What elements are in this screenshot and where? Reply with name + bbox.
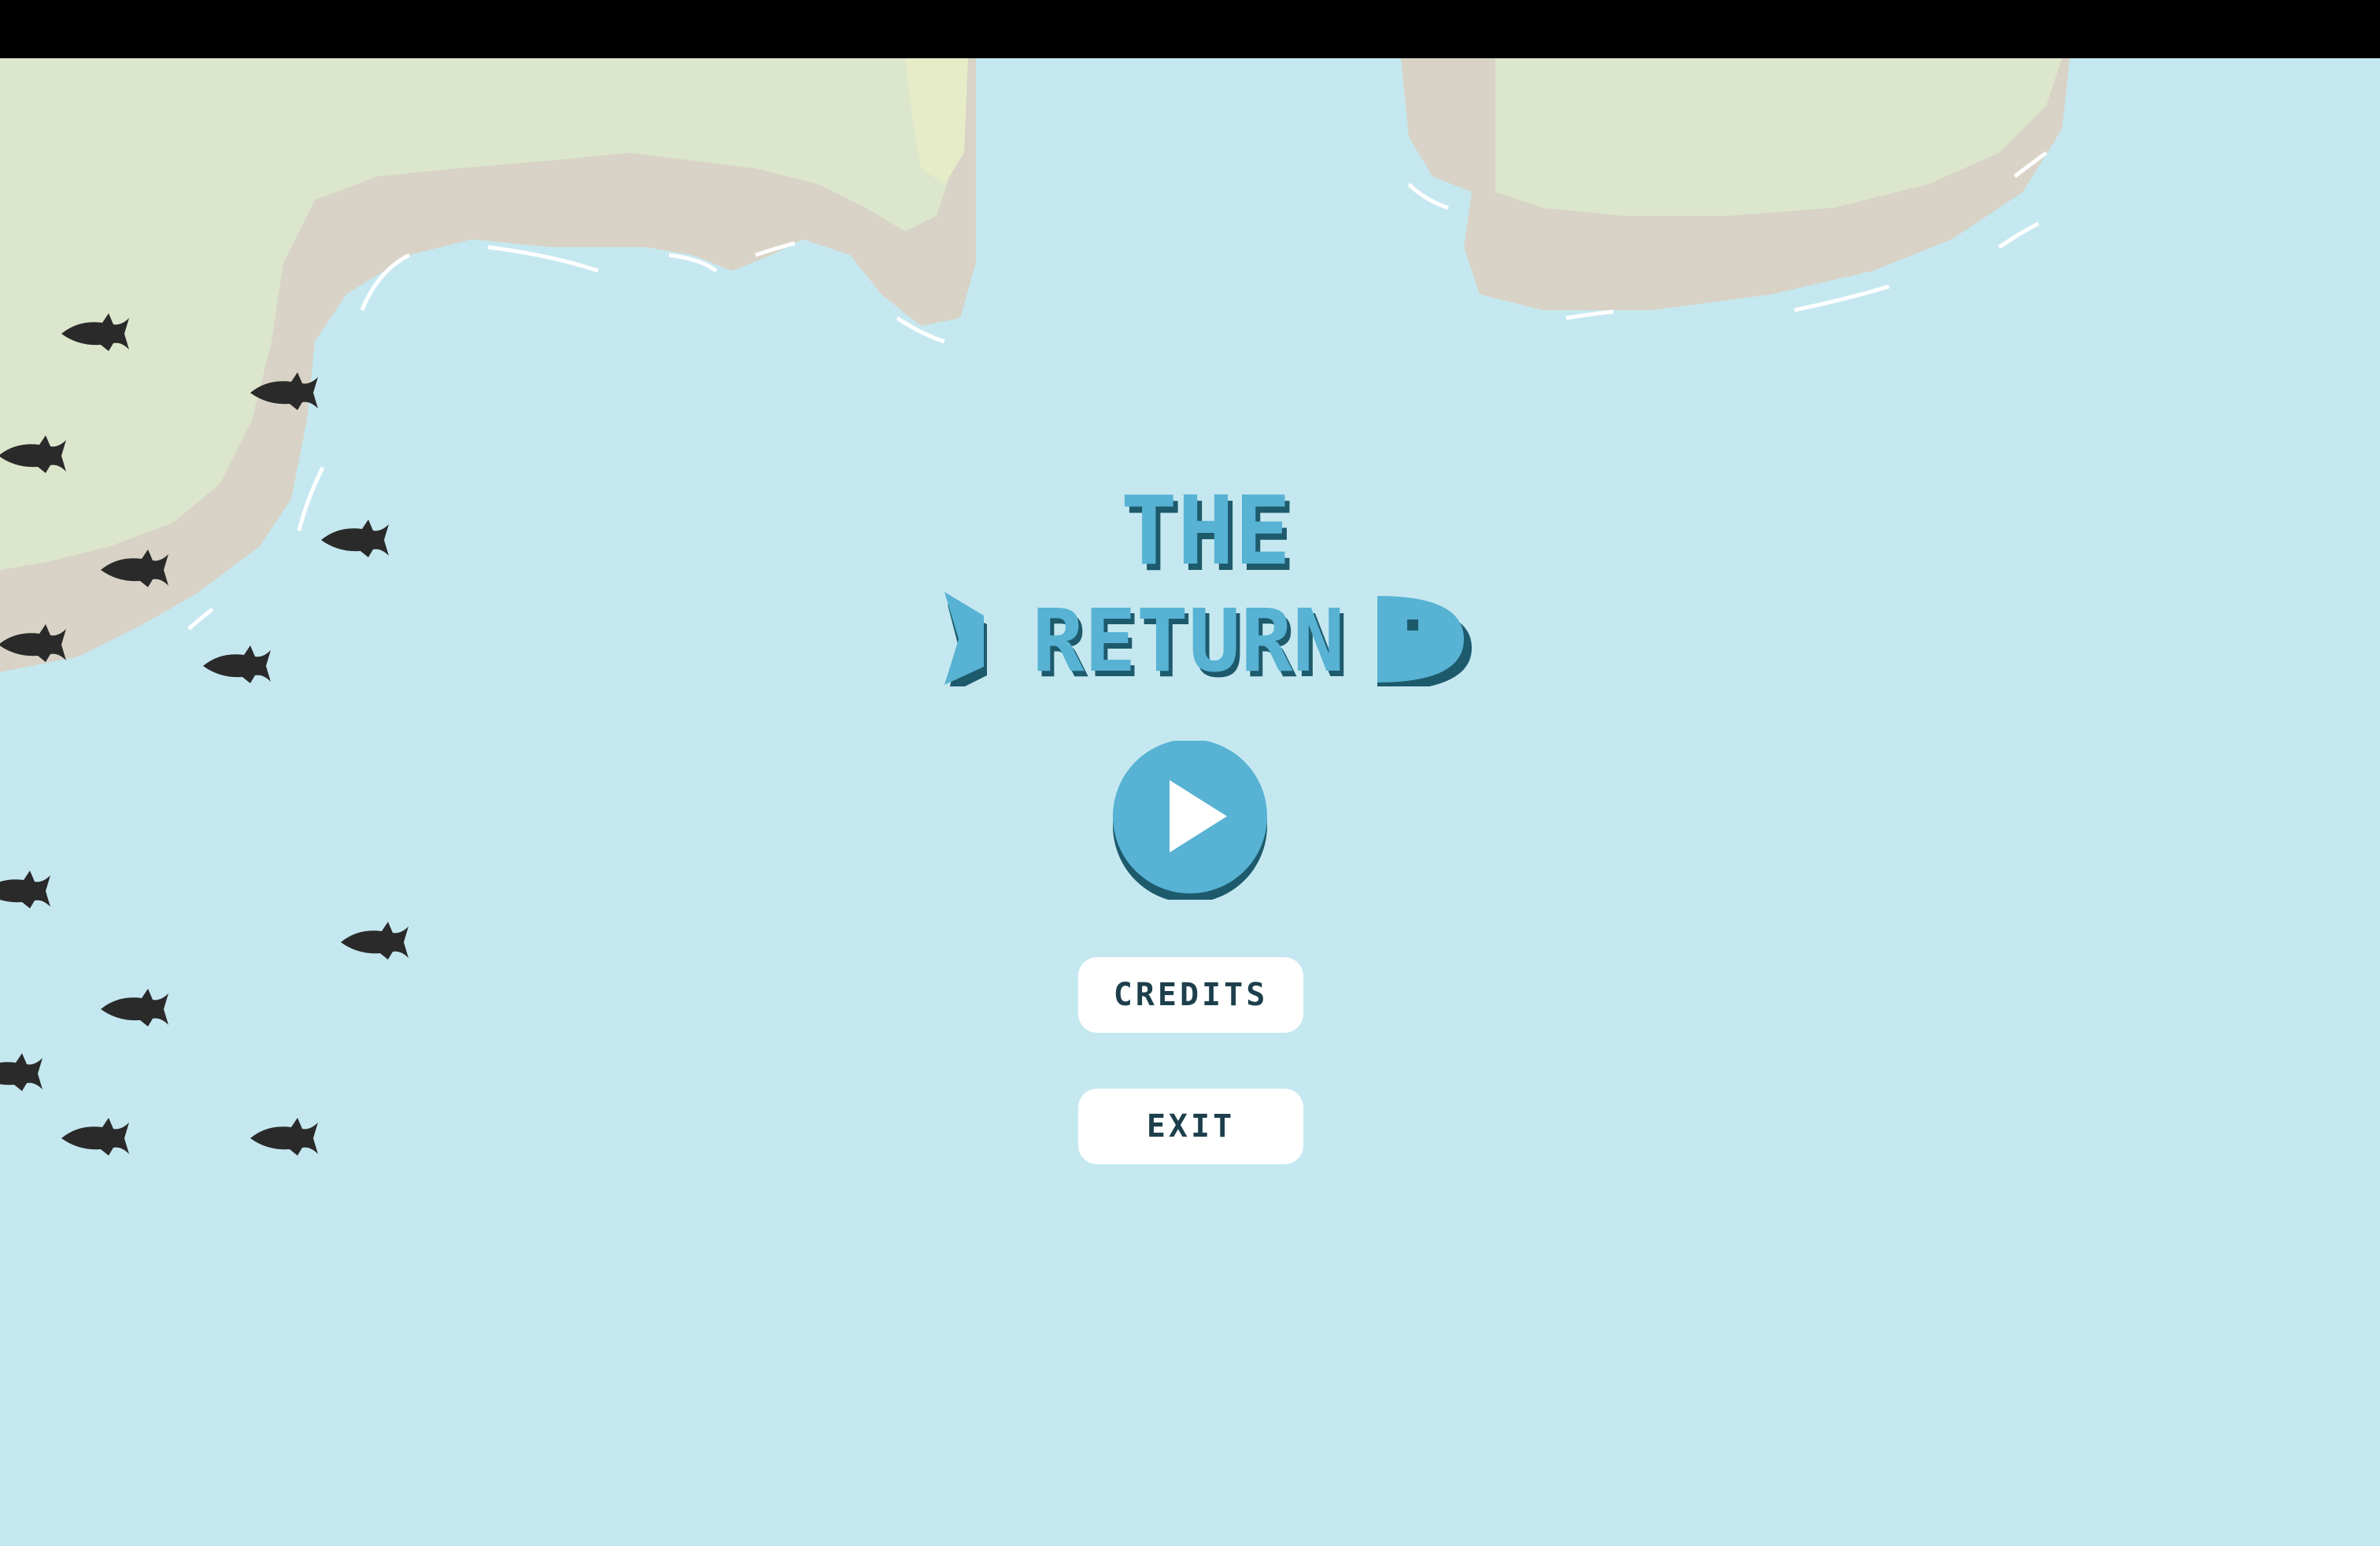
top-black-bar — [0, 0, 2380, 58]
title-line-2: RETURN — [1032, 590, 1344, 686]
exit-button[interactable]: EXIT — [1078, 1089, 1303, 1164]
play-button[interactable] — [1111, 739, 1269, 903]
title-line-1: THE — [1121, 482, 1292, 586]
fish-eye-icon — [1407, 620, 1418, 631]
game-title-logo: THE THE RETURN RETURN — [944, 482, 1472, 686]
credits-button[interactable]: CREDITS — [1078, 957, 1303, 1033]
play-icon — [1113, 739, 1267, 903]
credits-button-label: CREDITS — [1113, 977, 1269, 1013]
exit-button-label: EXIT — [1146, 1108, 1236, 1145]
game-screen: THE THE RETURN RETURN CREDITS EXIT — [0, 0, 2380, 1546]
